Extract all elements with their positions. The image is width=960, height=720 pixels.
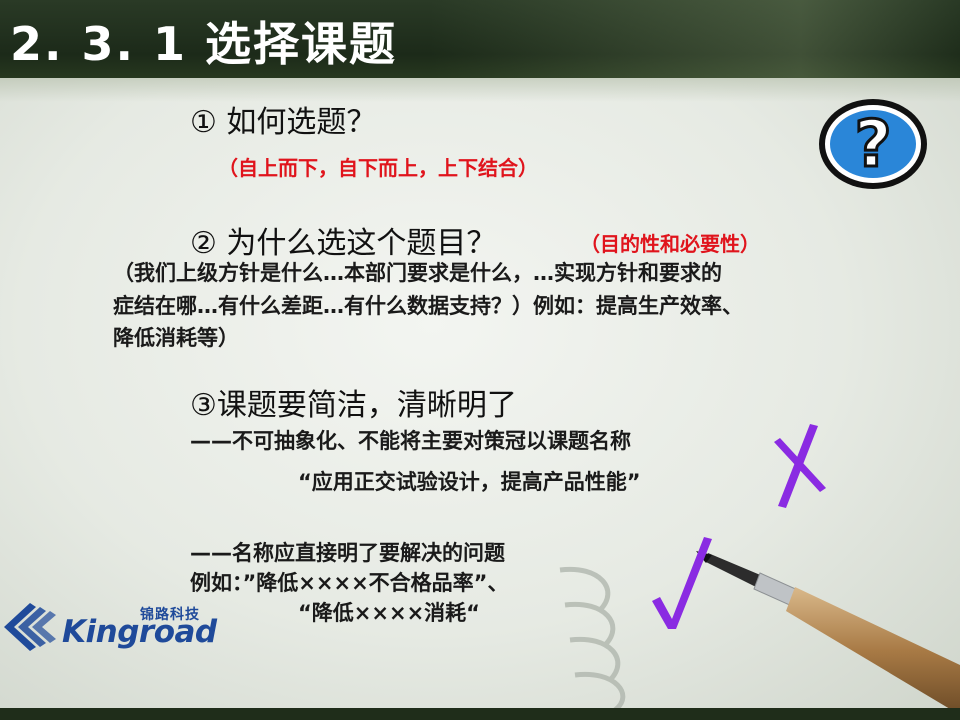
section1-note: （自上而下，自下而上，上下结合） xyxy=(218,156,538,180)
section2-line-1: （我们上级方针是什么…本部门要求是什么，…实现方针和要求的 xyxy=(113,261,722,285)
section3-point-1: ——不可抽象化、不能将主要对策冠以课题名称 xyxy=(190,429,631,453)
fountain-pen-decoration xyxy=(696,551,960,715)
section3-good-example-1: 例如：”降低××××不合格品率”、 xyxy=(190,571,509,595)
section3-heading: ③课题要简洁，清晰明了 xyxy=(190,388,517,423)
cross-mark-icon xyxy=(774,424,826,508)
section3-bad-example: “应用正交试验设计，提高产品性能” xyxy=(298,470,641,494)
section2-line-3: 降低消耗等） xyxy=(113,326,239,350)
section3-good-example-2: “降低××××消耗“ xyxy=(298,601,480,625)
question-mark-icon: ? xyxy=(819,99,927,189)
section2-note: （目的性和必要性） xyxy=(580,232,760,256)
section1-heading: ① 如何选题？ xyxy=(190,105,377,140)
slide-title: 2. 3. 1 选择课题 xyxy=(10,17,398,71)
bottom-bar xyxy=(0,708,960,720)
section3-point-2: ——名称应直接明了要解决的问题 xyxy=(190,541,505,565)
section2-heading: ② 为什么选这个题目？ xyxy=(190,226,497,261)
svg-text:?: ? xyxy=(854,108,891,182)
logo-english-name: Kingroad xyxy=(62,614,217,650)
section2-line-2: 症结在哪…有什么差距…有什么数据支持？）例如：提高生产效率、 xyxy=(113,294,743,318)
check-mark-icon xyxy=(652,537,712,629)
title-bar-shade xyxy=(430,0,960,78)
title-bar: 2. 3. 1 选择课题 xyxy=(0,0,960,78)
